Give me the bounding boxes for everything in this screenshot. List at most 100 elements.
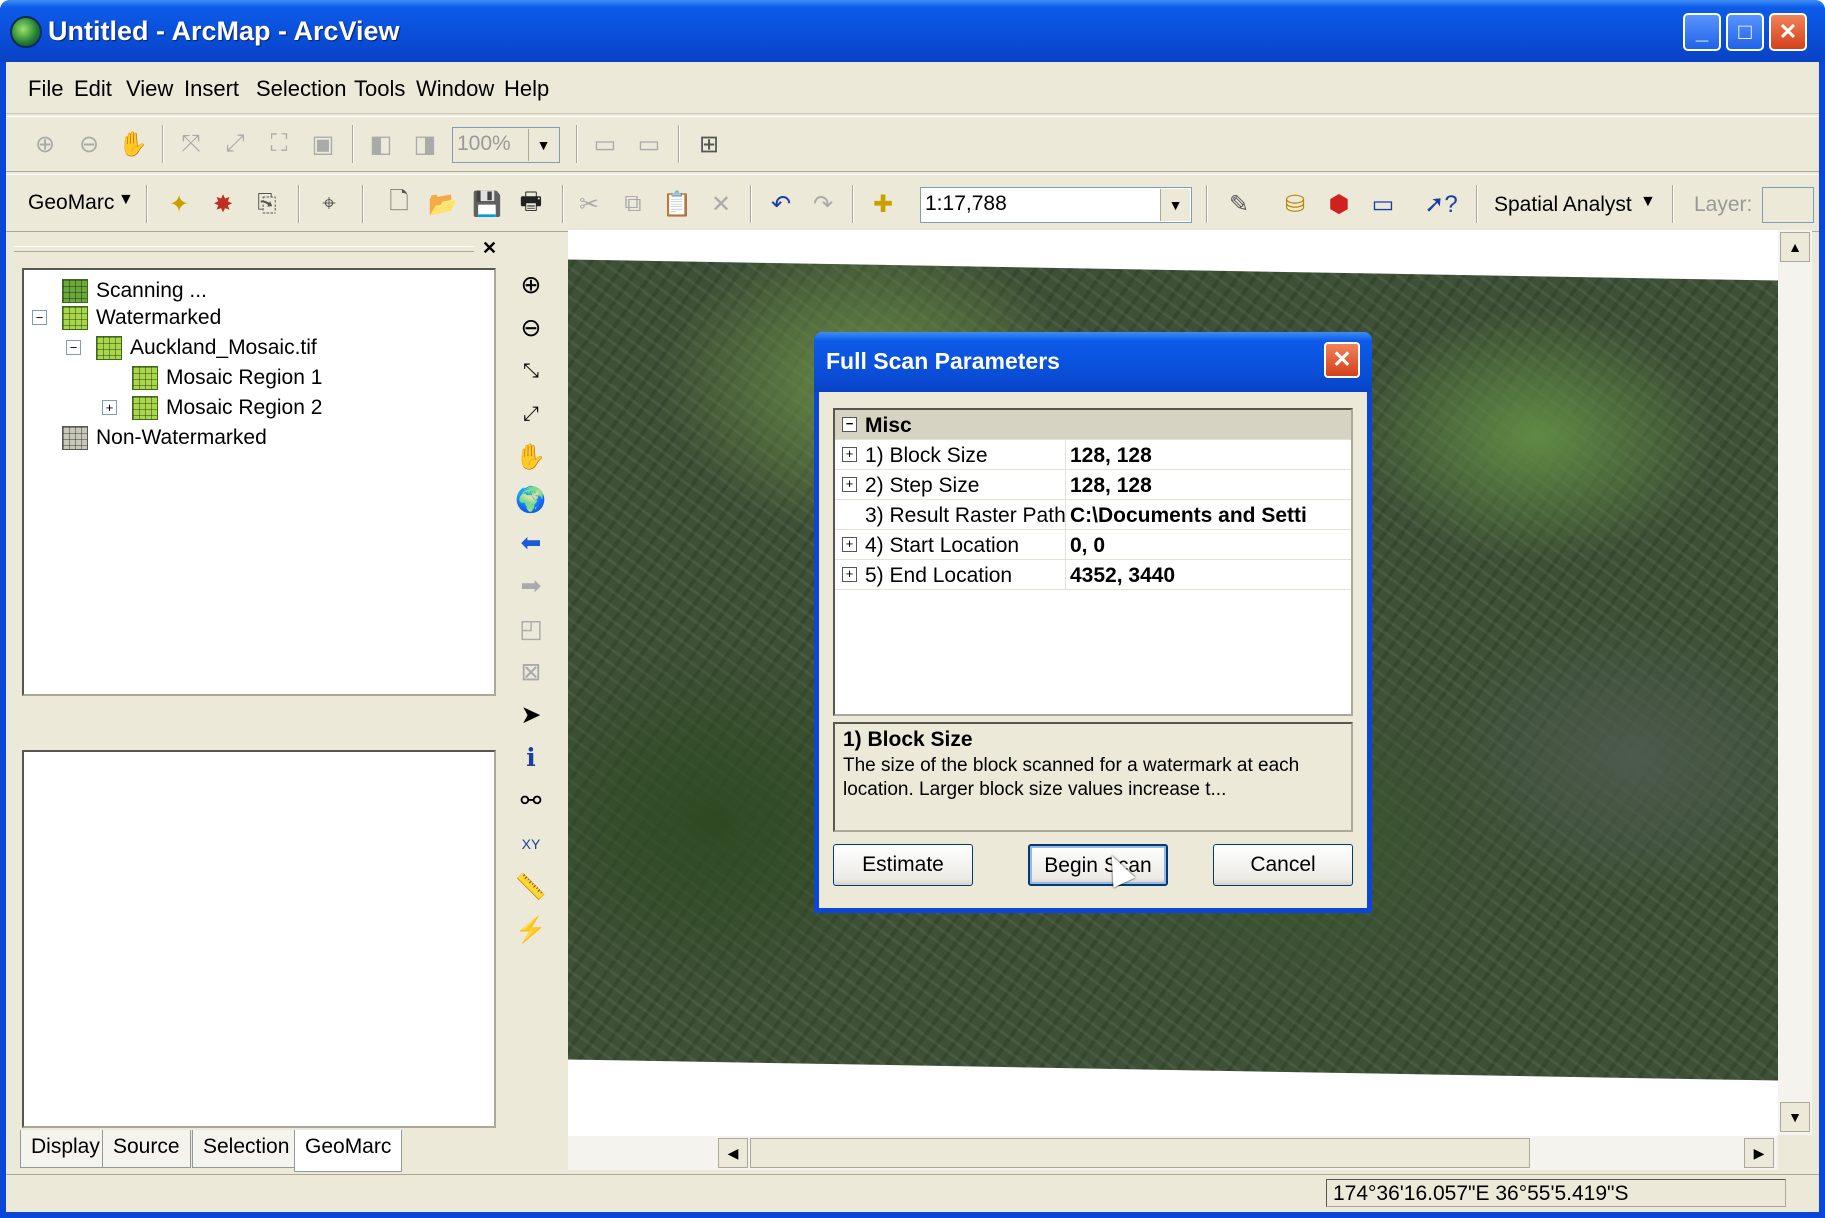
- property-value[interactable]: 4352, 3440: [1070, 564, 1350, 588]
- dropdown-arrow-icon[interactable]: ▼: [1160, 189, 1190, 221]
- expand-icon[interactable]: +: [842, 537, 857, 552]
- estimate-button[interactable]: Estimate: [833, 844, 973, 886]
- layer-combo[interactable]: [1762, 187, 1814, 223]
- editor-toolbar-icon[interactable]: ✎: [1222, 187, 1256, 221]
- forward-arrow-icon[interactable]: ➡: [514, 569, 548, 603]
- previous-extent-icon[interactable]: ◧: [364, 127, 398, 161]
- close-button[interactable]: ✕: [1769, 13, 1807, 51]
- identify-icon[interactable]: ℹ: [514, 741, 548, 775]
- menu-help[interactable]: Help: [504, 76, 549, 102]
- menu-window[interactable]: Window: [416, 76, 494, 102]
- minimize-button[interactable]: _: [1683, 13, 1721, 51]
- find-binoculars-icon[interactable]: ⚯: [514, 784, 548, 818]
- tab-geomarc[interactable]: GeoMarc: [294, 1130, 403, 1172]
- geomarc-export-icon[interactable]: ⎘: [250, 187, 284, 221]
- vertical-scrollbar[interactable]: ▲ ▼: [1778, 230, 1812, 1135]
- tab-source[interactable]: Source: [102, 1130, 191, 1168]
- print-icon[interactable]: 🖶: [514, 187, 548, 221]
- new-document-icon[interactable]: 🗋: [382, 187, 416, 221]
- dialog-title-bar[interactable]: Full Scan Parameters ✕: [814, 332, 1372, 392]
- dropdown-arrow-icon[interactable]: ▼: [528, 129, 558, 161]
- begin-scan-button[interactable]: Begin Scan: [1028, 844, 1168, 886]
- redo-icon[interactable]: ↷: [806, 187, 840, 221]
- fixed-zoom-out-icon[interactable]: ⤢: [514, 397, 548, 431]
- menu-file[interactable]: File: [28, 76, 63, 102]
- tree-item-scanning[interactable]: Scanning ...: [62, 276, 207, 306]
- property-row-start-location[interactable]: + 4) Start Location 0, 0: [835, 530, 1351, 560]
- collapse-icon[interactable]: −: [66, 340, 81, 355]
- property-row-result-raster-path[interactable]: 3) Result Raster Path C:\Documents and S…: [835, 500, 1351, 530]
- geomarc-embed-icon[interactable]: ✸: [206, 187, 240, 221]
- category-row[interactable]: − Misc: [835, 410, 1351, 440]
- crosshair-icon[interactable]: ⌖: [312, 187, 346, 221]
- delete-icon[interactable]: ✕: [704, 187, 738, 221]
- clear-selection-icon[interactable]: ⊠: [514, 655, 548, 689]
- tree-item-watermarked[interactable]: Watermarked: [62, 303, 221, 333]
- collapse-icon[interactable]: −: [842, 417, 857, 432]
- undo-icon[interactable]: ↶: [764, 187, 798, 221]
- property-value[interactable]: 0, 0: [1070, 534, 1350, 558]
- focus-data-frame-icon[interactable]: ▭: [632, 127, 666, 161]
- menu-edit[interactable]: Edit: [74, 76, 112, 102]
- zoom-whole-page-icon[interactable]: ⤧: [174, 127, 208, 161]
- chevron-down-icon[interactable]: ▼: [1640, 193, 1656, 211]
- menu-selection[interactable]: Selection: [256, 76, 347, 102]
- expand-icon[interactable]: +: [842, 447, 857, 462]
- back-arrow-icon[interactable]: ⬅: [514, 526, 548, 560]
- expand-icon[interactable]: +: [842, 477, 857, 492]
- collapse-icon[interactable]: −: [32, 310, 47, 325]
- zoom-combo[interactable]: 100% ▼: [452, 127, 560, 163]
- zoom-in-icon[interactable]: ⊕: [514, 268, 548, 302]
- expand-icon[interactable]: +: [842, 567, 857, 582]
- fixed-zoom-in-icon[interactable]: ⤡: [514, 354, 548, 388]
- maximize-button[interactable]: □: [1726, 13, 1764, 51]
- spatial-analyst-menu[interactable]: Spatial Analyst: [1494, 193, 1632, 217]
- dialog-close-button[interactable]: ✕: [1324, 342, 1360, 378]
- expand-icon[interactable]: +: [102, 400, 117, 415]
- fixed-zoom-out-icon[interactable]: ⊖: [72, 127, 106, 161]
- command-line-icon[interactable]: ▭: [1366, 187, 1400, 221]
- tree-item-auckland-mosaic[interactable]: Auckland_Mosaic.tif: [96, 333, 317, 363]
- panel-grip[interactable]: [14, 246, 474, 252]
- close-icon[interactable]: ✕: [482, 238, 497, 259]
- scroll-right-icon[interactable]: ▶: [1744, 1138, 1774, 1168]
- geomarc-menu[interactable]: GeoMarc: [28, 191, 114, 215]
- scroll-left-icon[interactable]: ◀: [718, 1138, 748, 1168]
- zoom-out-icon[interactable]: ⊖: [514, 311, 548, 345]
- select-features-icon[interactable]: ◰: [514, 612, 548, 646]
- full-extent-globe-icon[interactable]: 🌍: [514, 483, 548, 517]
- paste-icon[interactable]: 📋: [660, 187, 694, 221]
- zoom-page-icon[interactable]: ⛶: [262, 127, 296, 161]
- scroll-up-icon[interactable]: ▲: [1780, 232, 1810, 262]
- select-elements-arrow-icon[interactable]: ➤: [514, 698, 548, 732]
- tree-item-non-watermarked[interactable]: Non-Watermarked: [62, 423, 267, 453]
- save-icon[interactable]: 💾: [470, 187, 504, 221]
- property-row-end-location[interactable]: + 5) End Location 4352, 3440: [835, 560, 1351, 590]
- open-folder-icon[interactable]: 📂: [426, 187, 460, 221]
- cancel-button[interactable]: Cancel: [1213, 844, 1353, 886]
- add-data-icon[interactable]: ✚: [866, 187, 900, 221]
- title-bar[interactable]: Untitled - ArcMap - ArcView _ □ ✕: [0, 0, 1825, 62]
- copy-icon[interactable]: ⧉: [616, 187, 650, 221]
- fixed-zoom-in-icon[interactable]: ⊕: [28, 127, 62, 161]
- horizontal-scrollbar[interactable]: ◀ ▶: [568, 1136, 1778, 1170]
- scroll-down-icon[interactable]: ▼: [1780, 1102, 1810, 1132]
- property-value[interactable]: 128, 128: [1070, 444, 1350, 468]
- hyperlink-lightning-icon[interactable]: ⚡: [514, 913, 548, 947]
- arccatalog-icon[interactable]: ⛁: [1278, 187, 1312, 221]
- tab-selection[interactable]: Selection: [192, 1130, 301, 1168]
- next-extent-icon[interactable]: ◨: [408, 127, 442, 161]
- chevron-down-icon[interactable]: ▼: [118, 191, 134, 209]
- zoom-100-icon[interactable]: ▣: [306, 127, 340, 161]
- menu-tools[interactable]: Tools: [354, 76, 405, 102]
- property-row-block-size[interactable]: + 1) Block Size 128, 128: [835, 440, 1351, 470]
- menu-view[interactable]: View: [126, 76, 173, 102]
- measure-icon[interactable]: 📏: [514, 870, 548, 904]
- pan-page-icon[interactable]: ✋: [116, 127, 150, 161]
- go-to-xy-icon[interactable]: XY: [514, 827, 548, 861]
- toggle-draft-icon[interactable]: ▭: [588, 127, 622, 161]
- arctoolbox-icon[interactable]: ⬢: [1322, 187, 1356, 221]
- property-row-step-size[interactable]: + 2) Step Size 128, 128: [835, 470, 1351, 500]
- cut-icon[interactable]: ✂: [572, 187, 606, 221]
- change-layout-icon[interactable]: ⊞: [692, 127, 726, 161]
